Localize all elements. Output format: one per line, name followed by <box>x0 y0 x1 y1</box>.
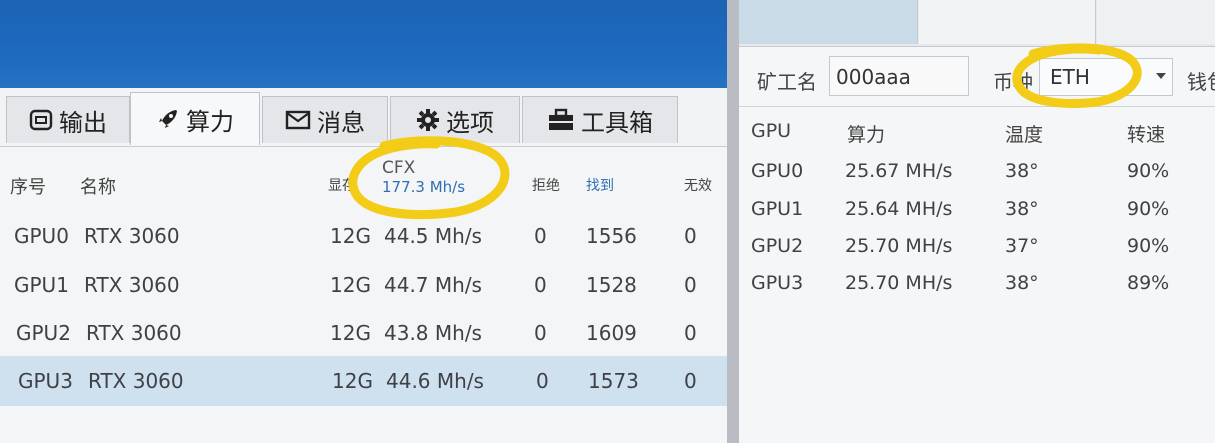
tab-toolbox-label: 工具箱 <box>581 108 653 137</box>
gpu-id: GPU0 <box>751 160 804 182</box>
coin-value: ETH <box>1050 65 1090 89</box>
gpu-found: 1573 <box>588 369 639 393</box>
gear-icon <box>416 108 440 132</box>
rocket-icon <box>156 107 180 131</box>
gpu-invalid: 0 <box>684 321 697 345</box>
gpu-found: 1609 <box>586 321 637 345</box>
miner-name-input[interactable]: 000aaa <box>829 56 969 96</box>
right-tab-strip <box>739 0 1215 47</box>
wallet-label: 钱包 <box>1187 70 1215 94</box>
gpu-fan-speed: 90% <box>1127 160 1170 182</box>
coin-label: 币种 <box>993 70 1033 94</box>
gpu-temperature: 38° <box>1005 198 1039 220</box>
table-row[interactable]: GPU1 RTX 3060 12G 44.7 Mh/s 0 1528 0 <box>0 261 728 309</box>
gpu-id: GPU3 <box>18 369 73 393</box>
tab-options-label: 选项 <box>446 108 494 137</box>
col-index[interactable]: 序号 <box>10 173 46 199</box>
tab-messages-label: 消息 <box>317 108 365 137</box>
gpu-miner-window: 输出 算力 消息 选项 工具箱 序号 名称 显存 拒绝 找到 无效 CFX 17… <box>0 0 728 443</box>
gpu-hashrate: 43.8 Mh/s <box>384 321 482 345</box>
table-row-selected[interactable]: GPU3 RTX 3060 12G 44.6 Mh/s 0 1573 0 <box>0 356 728 406</box>
gpu-fan-speed: 90% <box>1127 198 1170 220</box>
right-tab-2[interactable] <box>919 0 1096 44</box>
gpu-hashrate: 25.67 MH/s <box>845 160 953 182</box>
algo-total-hashrate: 177.3 Mh/s <box>382 178 466 196</box>
gpu-hashrate: 44.6 Mh/s <box>386 369 484 393</box>
col-rejected[interactable]: 拒绝 <box>532 175 560 195</box>
gpu-hashrate: 25.64 MH/s <box>845 198 953 220</box>
gpu-id: GPU3 <box>751 272 804 294</box>
gpu-found: 1528 <box>586 273 637 297</box>
gpu-invalid: 0 <box>684 273 697 297</box>
col-name[interactable]: 名称 <box>80 173 116 199</box>
gpu-rejected: 0 <box>534 224 547 248</box>
tab-options[interactable]: 选项 <box>390 96 520 143</box>
gpu-fan-speed: 89% <box>1127 272 1170 294</box>
gpu-hashrate: 44.7 Mh/s <box>384 273 482 297</box>
right-tab-3[interactable] <box>1097 0 1215 44</box>
gpu-id: GPU1 <box>751 198 804 220</box>
gpu-fan-speed: 90% <box>1127 235 1170 257</box>
gpu-model: RTX 3060 <box>88 369 184 393</box>
gpu-memory: 12G <box>330 321 371 345</box>
algo-name: CFX <box>382 158 416 178</box>
gpu-temperature: 38° <box>1005 160 1039 182</box>
gpu-id: GPU0 <box>14 224 69 248</box>
gpu-hashrate: 44.5 Mh/s <box>384 224 482 248</box>
table-row[interactable]: GPU2 RTX 3060 12G 43.8 Mh/s 0 1609 0 <box>0 309 728 357</box>
col-hashrate[interactable]: 算力 <box>847 120 885 147</box>
col-temperature[interactable]: 温度 <box>1005 120 1043 147</box>
tab-output-label: 输出 <box>59 108 107 137</box>
col-found[interactable]: 找到 <box>586 175 614 195</box>
gpu-model: RTX 3060 <box>84 224 180 248</box>
col-gpu[interactable]: GPU <box>751 120 791 142</box>
col-memory[interactable]: 显存 <box>328 175 356 195</box>
output-icon <box>29 109 53 131</box>
gpu-model: RTX 3060 <box>84 273 180 297</box>
miner-config-window: 矿工名 000aaa 币种 ETH 钱包 GPU 算力 温度 转速 GPU0 2… <box>739 0 1215 443</box>
gpu-id: GPU2 <box>16 321 71 345</box>
gpu-hashrate: 25.70 MH/s <box>845 235 953 257</box>
gpu-id: GPU1 <box>14 273 69 297</box>
window-divider <box>727 0 739 443</box>
gpu-invalid: 0 <box>684 224 697 248</box>
gpu-rejected: 0 <box>536 369 549 393</box>
gpu-temperature: 37° <box>1005 235 1039 257</box>
tab-toolbox[interactable]: 工具箱 <box>522 96 678 143</box>
gpu-rejected: 0 <box>534 273 547 297</box>
gpu-memory: 12G <box>332 369 373 393</box>
miner-name-label: 矿工名 <box>757 70 817 94</box>
mail-icon <box>285 109 311 131</box>
gpu-memory: 12G <box>330 273 371 297</box>
chevron-down-icon <box>1156 73 1166 79</box>
tab-hashrate[interactable]: 算力 <box>130 92 260 145</box>
right-tab-1[interactable] <box>739 0 918 44</box>
col-algo-hashrate[interactable]: CFX 177.3 Mh/s <box>382 158 465 196</box>
table-row[interactable]: GPU0 RTX 3060 12G 44.5 Mh/s 0 1556 0 <box>0 212 728 260</box>
gpu-temperature: 38° <box>1005 272 1039 294</box>
gpu-rejected: 0 <box>534 321 547 345</box>
gpu-model: RTX 3060 <box>86 321 182 345</box>
tab-output[interactable]: 输出 <box>6 96 130 143</box>
gpu-invalid: 0 <box>684 369 697 393</box>
gpu-memory: 12G <box>330 224 371 248</box>
tab-messages[interactable]: 消息 <box>262 96 388 143</box>
tab-hashrate-label: 算力 <box>186 107 234 136</box>
coin-select[interactable]: ETH <box>1039 58 1173 96</box>
col-invalid[interactable]: 无效 <box>684 175 712 195</box>
gpu-hashrate: 25.70 MH/s <box>845 272 953 294</box>
divider <box>739 106 1215 107</box>
col-fan-speed[interactable]: 转速 <box>1127 120 1165 147</box>
gpu-id: GPU2 <box>751 235 804 257</box>
toolbox-icon <box>547 108 575 132</box>
window-header-band <box>0 0 728 100</box>
gpu-found: 1556 <box>586 224 637 248</box>
